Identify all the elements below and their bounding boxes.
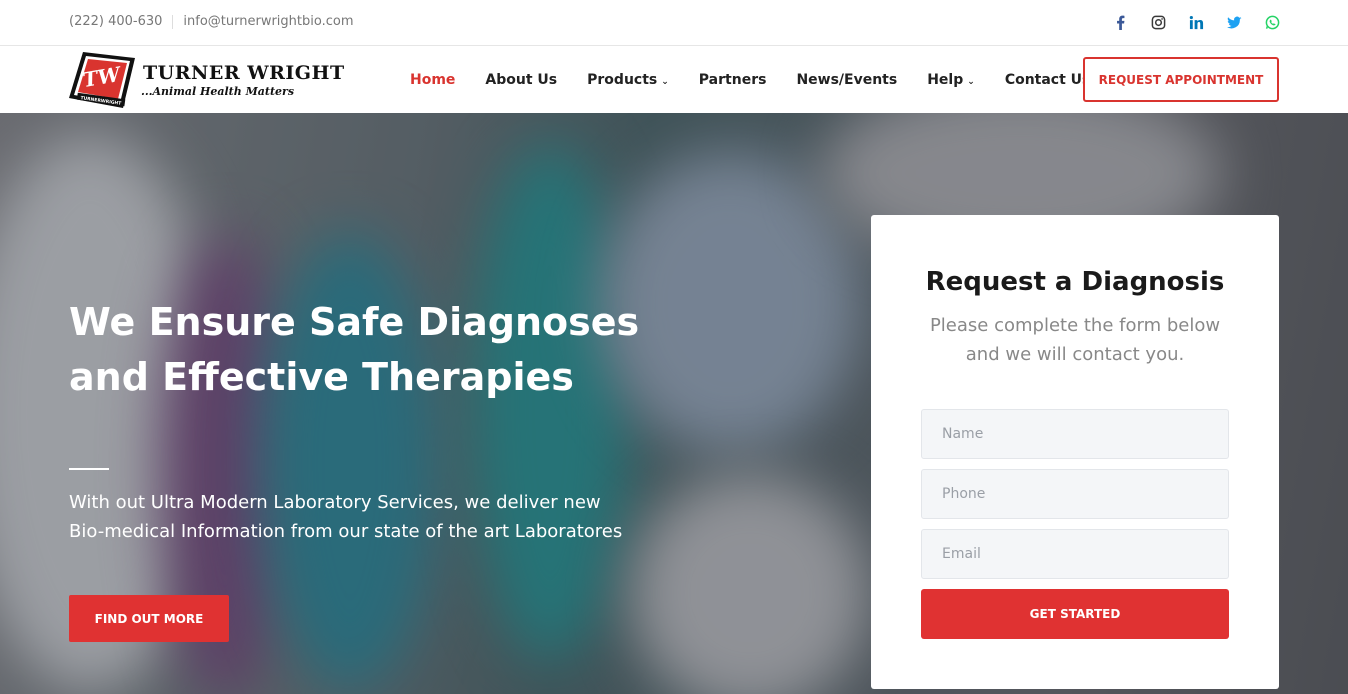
name-input[interactable] [921, 409, 1229, 459]
whatsapp-icon[interactable] [1264, 13, 1280, 31]
logo-tagline: ...Animal Health Matters [141, 85, 295, 98]
find-out-more-button[interactable]: FIND OUT MORE [69, 595, 229, 642]
logo-brand-name: TURNER WRIGHT [143, 62, 345, 84]
nav-item-contact-us[interactable]: Contact Us [1005, 72, 1091, 88]
chevron-down-icon: ⌄ [661, 77, 669, 87]
nav-item-about-us[interactable]: About Us [485, 72, 557, 88]
get-started-button[interactable]: GET STARTED [921, 589, 1229, 639]
nav-menu: Home About Us Products ⌄ Partners News/Ev… [410, 72, 1120, 88]
hero-subtitle: With out Ultra Modern Laboratory Service… [69, 492, 623, 542]
linkedin-icon[interactable] [1188, 13, 1204, 31]
email-link[interactable]: info@turnerwrightbio.com [183, 14, 353, 29]
logo-badge-icon: TW TURNERWRIGHT [69, 52, 135, 108]
site-logo[interactable]: TW TURNERWRIGHT TURNER WRIGHT ...Animal … [69, 48, 349, 108]
form-title: Request a Diagnosis [925, 267, 1225, 297]
phone-input[interactable] [921, 469, 1229, 519]
twitter-icon[interactable] [1226, 13, 1242, 31]
social-links [1112, 13, 1280, 31]
nav-item-partners[interactable]: Partners [699, 72, 767, 88]
chevron-down-icon: ⌄ [967, 77, 975, 87]
email-input[interactable] [921, 529, 1229, 579]
form-description: Please complete the form below and we wi… [929, 315, 1221, 365]
main-nav: TW TURNERWRIGHT TURNER WRIGHT ...Animal … [0, 46, 1348, 113]
facebook-icon[interactable] [1112, 13, 1128, 31]
hero-divider [69, 468, 109, 470]
request-appointment-button[interactable]: REQUEST APPOINTMENT [1083, 57, 1279, 102]
nav-item-home[interactable]: Home [410, 72, 455, 88]
phone-link[interactable]: (222) 400-630 [69, 14, 162, 29]
instagram-icon[interactable] [1150, 13, 1166, 31]
nav-item-news-events[interactable]: News/Events [796, 72, 897, 88]
hero-title: We Ensure Safe Diagnoses and Effective T… [69, 300, 640, 399]
hero-section: We Ensure Safe Diagnoses and Effective T… [0, 113, 1348, 694]
top-bar: (222) 400-630 info@turnerwrightbio.com [0, 0, 1348, 46]
diagnosis-form-card: Request a Diagnosis Please complete the … [871, 215, 1279, 689]
divider [172, 14, 174, 29]
nav-item-products[interactable]: Products ⌄ [587, 72, 669, 88]
nav-item-help[interactable]: Help ⌄ [927, 72, 975, 88]
contact-info: (222) 400-630 info@turnerwrightbio.com [69, 14, 354, 29]
